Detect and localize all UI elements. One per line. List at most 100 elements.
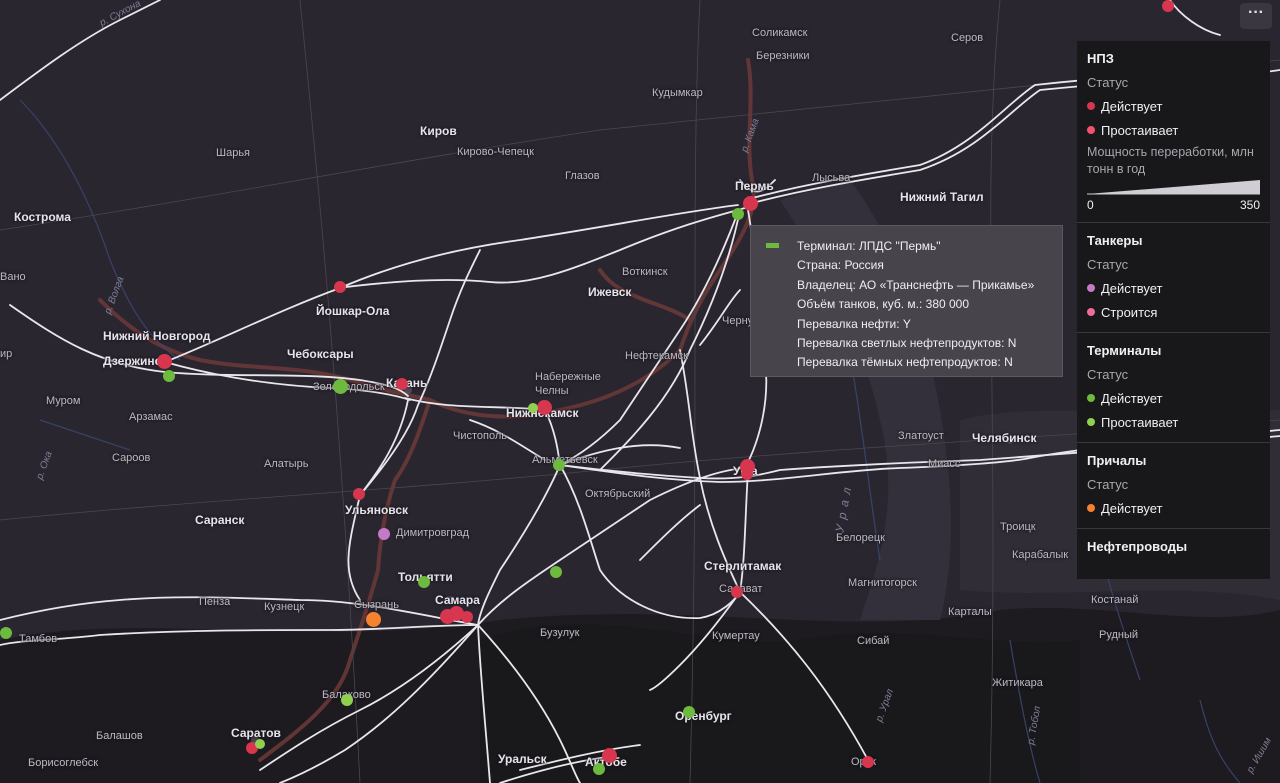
terminal-marker[interactable] (553, 459, 565, 471)
terminal-marker[interactable] (732, 208, 744, 220)
status-dot-icon (1087, 394, 1095, 402)
tooltip-light-products: Перевалка светлых нефтепродуктов: N (797, 336, 1017, 351)
city-label: Нефтекамск (625, 350, 688, 362)
city-label: Серов (951, 32, 984, 44)
city-label: Саратов (231, 726, 281, 740)
city-label: Балашов (96, 730, 143, 742)
city-label: Белорецк (836, 532, 885, 544)
legend-title: Танкеры (1087, 233, 1143, 248)
legend-item-terminal-active[interactable]: Действует (1087, 386, 1260, 410)
city-label: Кумертау (712, 630, 760, 642)
legend-refineries: НПЗ Статус Действует Простаивает Мощност… (1077, 41, 1270, 223)
legend-title: Причалы (1087, 453, 1147, 468)
legend-pipelines[interactable]: Нефтепроводы (1077, 529, 1270, 571)
city-label: Зеленодольск (313, 381, 385, 393)
legend-item-label: Действует (1101, 390, 1163, 406)
scale-max: 350 (1239, 198, 1260, 212)
legend-item-label: Простаивает (1101, 414, 1179, 430)
city-label: Челябинск (972, 431, 1037, 445)
city-label: Сароов (112, 452, 151, 464)
capacity-label: Мощность переработки, млн тонн в год (1087, 145, 1254, 176)
legend-tankers: Танкеры Статус Действует Строится (1077, 223, 1270, 333)
terminal-marker[interactable] (550, 566, 562, 578)
legend-item-tanker-active[interactable]: Действует (1087, 276, 1260, 300)
city-label: Уральск (498, 752, 547, 766)
city-label: Октябрьский (585, 488, 651, 500)
city-label: Магнитогорск (848, 577, 917, 589)
city-label: Глазов (565, 170, 600, 182)
refinery-marker[interactable] (602, 748, 617, 763)
legend-status-label: Статус (1087, 367, 1129, 382)
legend-item-label: Простаивает (1101, 122, 1179, 138)
terminal-marker[interactable] (593, 763, 605, 775)
terminal-marker[interactable] (333, 379, 348, 394)
refinery-marker[interactable] (862, 756, 874, 768)
more-menu-button[interactable]: ··· (1240, 3, 1272, 29)
tooltip-country: Страна: Россия (797, 258, 884, 273)
status-dot-icon (1087, 418, 1095, 426)
city-label: Кудымкар (652, 87, 703, 99)
legend-terminals: Терминалы Статус Действует Простаивает (1077, 333, 1270, 443)
terminal-marker[interactable] (683, 706, 695, 718)
refinery-marker[interactable] (537, 400, 552, 415)
city-label: Ижевск (588, 285, 632, 299)
city-label: Березники (756, 50, 810, 62)
legend-item-label: Строится (1101, 304, 1158, 320)
refinery-marker[interactable] (731, 586, 743, 598)
status-dot-icon (1087, 284, 1095, 292)
terminal-marker[interactable] (0, 627, 12, 639)
refinery-marker[interactable] (396, 378, 408, 390)
refinery-marker[interactable] (741, 468, 753, 480)
city-label: Кострома (14, 210, 71, 224)
legend-berths: Причалы Статус Действует (1077, 443, 1270, 529)
map-legend: НПЗ Статус Действует Простаивает Мощност… (1077, 41, 1270, 579)
legend-item-label: Действует (1101, 500, 1163, 516)
terrain-steppe (480, 624, 1080, 783)
city-label: Нижний Новгород (103, 329, 211, 343)
legend-item-berth-active[interactable]: Действует (1087, 496, 1260, 520)
tooltip-tanks: Объём танков, куб. м.: 380 000 (797, 297, 970, 312)
city-label: Йошкар-Ола (316, 304, 390, 318)
city-label: Карабалык (1012, 549, 1069, 561)
city-label: Златоуст (898, 430, 944, 442)
city-label: Борисоглебск (28, 757, 99, 769)
legend-item-refinery-idle[interactable]: Простаивает (1087, 118, 1260, 142)
tooltip-dark-products: Перевалка тёмных нефтепродуктов: N (797, 355, 1013, 370)
city-label: Набережные Челны (535, 371, 601, 397)
terminal-marker[interactable] (163, 370, 175, 382)
city-label: Муром (46, 395, 81, 407)
refinery-marker[interactable] (743, 196, 758, 211)
legend-title: Терминалы (1087, 343, 1162, 358)
refinery-marker[interactable] (334, 281, 346, 293)
city-label: Шарья (216, 147, 251, 159)
city-label: Кузнецк (264, 601, 305, 613)
city-label: Сызрань (354, 599, 399, 611)
tooltip-oil: Перевалка нефти: Y (797, 316, 911, 331)
refinery-marker[interactable] (461, 611, 473, 623)
legend-item-label: Действует (1101, 98, 1163, 114)
terminal-marker[interactable] (418, 576, 430, 588)
city-label: Тамбов (19, 633, 58, 645)
tooltip-owner: Владелец: АО «Транснефть — Прикамье» (797, 277, 1035, 292)
city-label: Рудный (1099, 629, 1139, 641)
city-label: Бузулук (540, 627, 580, 639)
status-dot-icon (1087, 126, 1095, 134)
terminal-swatch-icon (766, 243, 779, 248)
terminal-marker[interactable] (341, 694, 353, 706)
refinery-marker[interactable] (1162, 0, 1174, 12)
city-label: Лысьва (812, 172, 851, 184)
city-label: Ульяновск (345, 503, 409, 517)
berth-marker[interactable] (366, 612, 381, 627)
ellipsis-icon: ··· (1248, 4, 1264, 21)
refinery-marker[interactable] (157, 354, 172, 369)
tanker-marker[interactable] (378, 528, 390, 540)
legend-title: Нефтепроводы (1087, 539, 1188, 554)
refinery-marker[interactable] (353, 488, 365, 500)
terminal-marker[interactable] (255, 739, 265, 749)
terminal-marker[interactable] (528, 403, 538, 413)
legend-item-refinery-active[interactable]: Действует (1087, 94, 1260, 118)
city-label: Воткинск (622, 266, 668, 278)
city-label: Троицк (1000, 521, 1036, 533)
legend-item-tanker-building[interactable]: Строится (1087, 300, 1260, 324)
legend-item-terminal-idle[interactable]: Простаивает (1087, 410, 1260, 434)
